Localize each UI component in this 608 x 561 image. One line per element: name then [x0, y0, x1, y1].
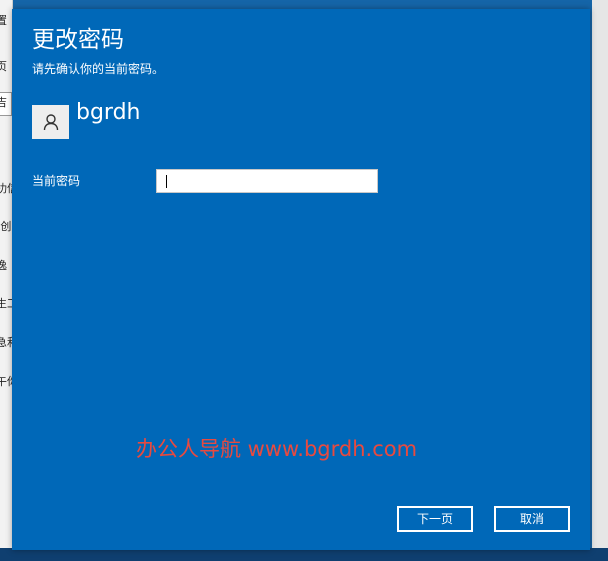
change-password-dialog: 更改密码 请先确认你的当前密码。 bgrdh 当前密码 办公人导航 www.bg… [12, 9, 590, 550]
next-button[interactable]: 下一页 [397, 506, 473, 532]
user-avatar [32, 105, 69, 139]
background-text-fragment: 页 [0, 60, 7, 74]
cancel-button[interactable]: 取消 [494, 506, 570, 532]
current-password-input[interactable] [156, 169, 378, 193]
watermark-text: 办公人导航 www.bgrdh.com [136, 437, 418, 461]
text-caret [166, 175, 167, 188]
background-text-fragment: 逸 [0, 259, 7, 273]
current-password-label: 当前密码 [32, 174, 81, 188]
user-icon [43, 114, 58, 131]
background-window-right-edge [592, 0, 608, 561]
dialog-title: 更改密码 [32, 27, 124, 53]
background-text-fragment: t创 [0, 220, 12, 233]
background-text-fragment: 置 [0, 14, 7, 28]
background-text-fragment: 吉 [0, 96, 7, 110]
dialog-subtitle: 请先确认你的当前密码。 [32, 62, 165, 76]
account-username: bgrdh [76, 100, 141, 125]
